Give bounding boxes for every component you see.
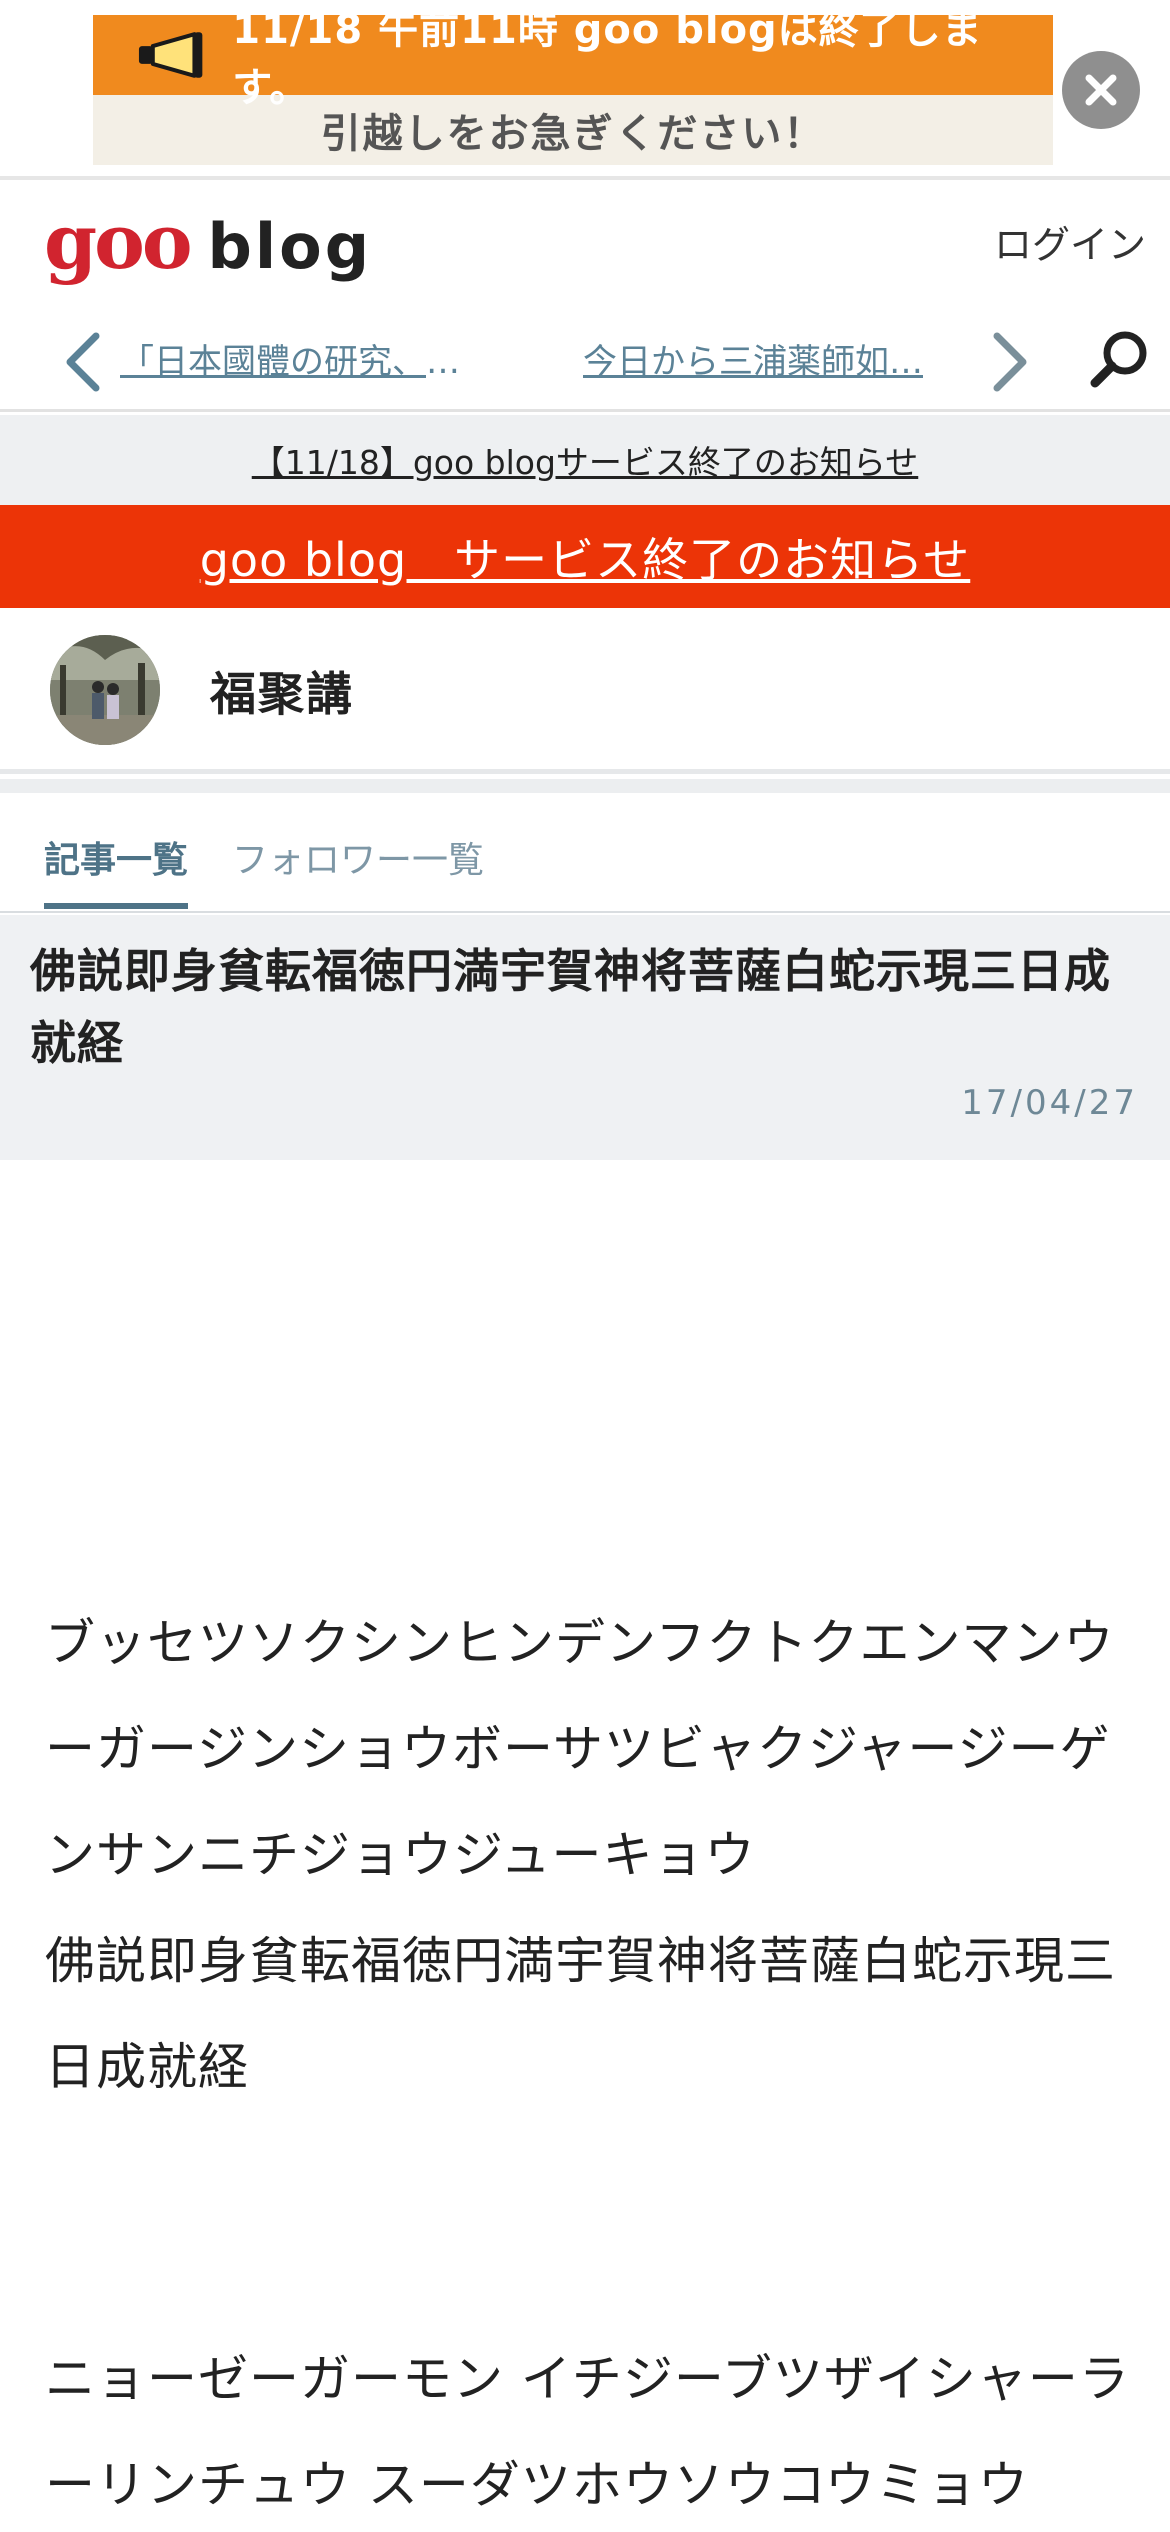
article-title: 佛説即身貧転福徳円満宇賀神将菩薩白蛇示現三日成就経 bbox=[30, 944, 1111, 1070]
service-end-link[interactable]: goo blog サービス終了のお知らせ bbox=[200, 524, 971, 590]
promo-card[interactable]: 11/18 午前11時 goo blogは終了します。 引越しをお急ぎください！ bbox=[93, 15, 1053, 165]
next-article-link[interactable]: 今日から三浦薬師如… bbox=[583, 330, 953, 394]
service-end-bar: goo blog サービス終了のお知らせ bbox=[0, 505, 1170, 608]
blog-name[interactable]: 福聚講 bbox=[210, 658, 354, 724]
tab-followers[interactable]: フォロワー一覧 bbox=[232, 831, 484, 883]
logo-blog-text: blog bbox=[207, 210, 373, 283]
section-divider bbox=[0, 779, 1170, 793]
login-link[interactable]: ログイン bbox=[994, 214, 1146, 269]
search-icon[interactable] bbox=[1085, 324, 1155, 394]
close-button[interactable] bbox=[1062, 51, 1140, 129]
promo-headline: 11/18 午前11時 goo blogは終了します。 bbox=[232, 15, 983, 111]
paragraph-text: ブッセツソクシンヒンデンフクトクエンマンウーガージンショウボーサツビャクジャージ… bbox=[45, 1614, 1116, 2096]
site-header: goo blog ログイン bbox=[0, 184, 1170, 312]
article-paragraph: ニョーゼーガーモン イチジーブツザイシャーラーリンチュウ スーダツホウソウコウミ… bbox=[45, 2326, 1145, 2532]
article-header: 佛説即身貧転福徳円満宇賀神将菩薩白蛇示現三日成就経 17/04/27 bbox=[0, 915, 1170, 1160]
logo-goo-text: goo bbox=[44, 197, 193, 286]
close-icon bbox=[1085, 74, 1117, 106]
avatar[interactable] bbox=[50, 635, 160, 745]
chevron-left-icon[interactable] bbox=[58, 330, 108, 394]
paragraph-text: ニョーゼーガーモン イチジーブツザイシャーラーリンチュウ スーダツホウソウコウミ… bbox=[45, 2350, 1130, 2514]
goo-blog-logo[interactable]: goo blog bbox=[44, 204, 372, 280]
prev-article-link[interactable]: 「日本國體の研究、田… bbox=[120, 330, 490, 394]
promo-banner: 11/18 午前11時 goo blogは終了します。 引越しをお急ぎください！ bbox=[0, 0, 1170, 180]
megaphone-icon bbox=[138, 32, 203, 78]
notice-link[interactable]: 【11/18】goo blogサービス終了のお知らせ bbox=[252, 436, 919, 484]
blog-profile: 福聚講 bbox=[0, 608, 1170, 774]
article-paragraph: ブッセツソクシンヒンデンフクトクエンマンウーガージンショウボーサツビャクジャージ… bbox=[45, 1590, 1145, 2120]
tab-bar: 記事一覧 フォロワー一覧 bbox=[0, 793, 1170, 913]
tab-articles[interactable]: 記事一覧 bbox=[44, 831, 188, 883]
notice-strip: 【11/18】goo blogサービス終了のお知らせ bbox=[0, 415, 1170, 505]
article-nav: 「日本國體の研究、田… 今日から三浦薬師如… bbox=[0, 312, 1170, 412]
promo-subline: 引越しをお急ぎください！ bbox=[320, 111, 826, 157]
avatar-image bbox=[50, 635, 160, 745]
active-tab-indicator bbox=[44, 903, 188, 909]
article-date: 17/04/27 bbox=[961, 1083, 1138, 1123]
promo-headline-row: 11/18 午前11時 goo blogは終了します。 bbox=[93, 15, 1053, 111]
chevron-right-icon[interactable] bbox=[985, 330, 1035, 394]
